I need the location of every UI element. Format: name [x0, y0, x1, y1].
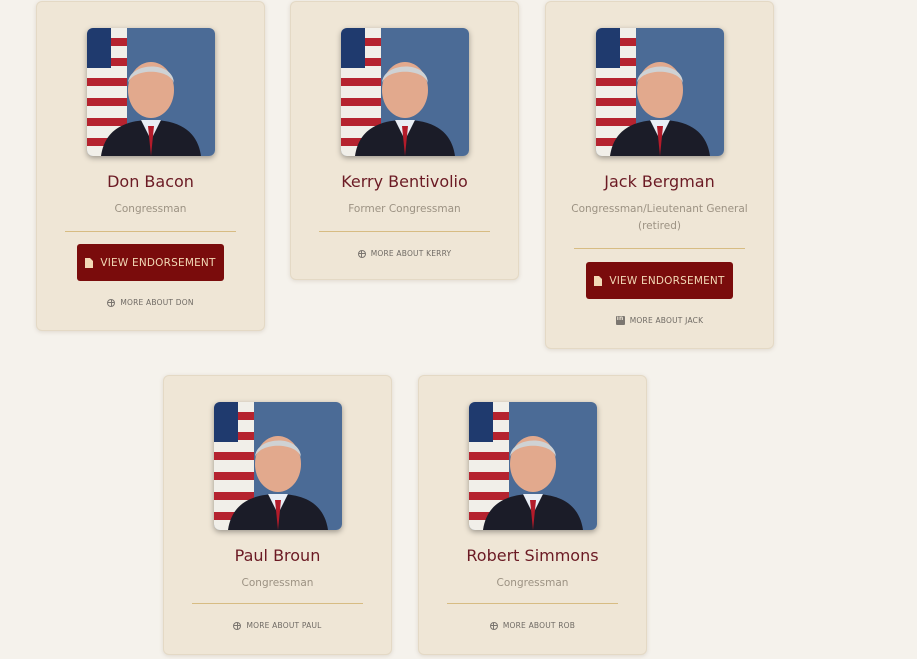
- view-endorsement-button[interactable]: VIEW ENDORSEMENT: [586, 262, 733, 299]
- portrait-photo: [86, 28, 215, 156]
- document-icon: [594, 275, 603, 286]
- portrait-photo: [213, 402, 342, 530]
- divider: [65, 231, 236, 232]
- portrait-photo: [468, 402, 597, 530]
- endorser-title: Congressman/Lieutenant General (retired): [571, 203, 748, 232]
- endorser-name: Don Bacon: [107, 172, 194, 191]
- more-about-link[interactable]: MORE ABOUT PAUL: [164, 621, 391, 630]
- endorser-name: Robert Simmons: [466, 546, 599, 565]
- linkedin-icon: [615, 315, 625, 325]
- divider: [447, 603, 618, 604]
- globe-icon: [489, 621, 498, 630]
- view-endorsement-button[interactable]: VIEW ENDORSEMENT: [77, 244, 224, 281]
- button-label: VIEW ENDORSEMENT: [609, 274, 725, 287]
- endorser-name: Jack Bergman: [604, 172, 715, 191]
- more-about-label: MORE ABOUT DON: [120, 298, 194, 307]
- more-about-label: MORE ABOUT JACK: [629, 316, 704, 325]
- button-label: VIEW ENDORSEMENT: [100, 256, 216, 269]
- endorser-name: Kerry Bentivolio: [341, 172, 468, 191]
- endorser-title: Congressman: [241, 577, 314, 589]
- more-about-link[interactable]: MORE ABOUT KERRY: [291, 249, 518, 258]
- endorser-title: Congressman: [114, 203, 187, 215]
- endorser-card-kerry-bentivolio: Kerry Bentivolio Former Congressman MORE…: [290, 1, 519, 280]
- endorser-card-don-bacon: Don Bacon Congressman VIEW ENDORSEMENT M…: [36, 1, 265, 331]
- more-about-link[interactable]: MORE ABOUT JACK: [546, 315, 773, 325]
- more-about-label: MORE ABOUT ROB: [502, 621, 576, 630]
- divider: [574, 248, 745, 249]
- endorser-card-robert-simmons: Robert Simmons Congressman MORE ABOUT RO…: [418, 375, 647, 655]
- endorser-title: Congressman: [496, 577, 569, 589]
- endorser-card-paul-broun: Paul Broun Congressman MORE ABOUT PAUL: [163, 375, 392, 655]
- portrait-photo: [340, 28, 469, 156]
- globe-icon: [357, 249, 366, 258]
- more-about-label: MORE ABOUT KERRY: [370, 249, 452, 258]
- endorser-name: Paul Broun: [234, 546, 321, 565]
- divider: [192, 603, 363, 604]
- portrait-photo: [595, 28, 724, 156]
- globe-icon: [107, 298, 116, 307]
- globe-icon: [233, 621, 242, 630]
- more-about-link[interactable]: MORE ABOUT DON: [37, 298, 264, 307]
- document-icon: [85, 257, 94, 268]
- endorser-card-jack-bergman: Jack Bergman Congressman/Lieutenant Gene…: [545, 1, 774, 349]
- more-about-label: MORE ABOUT PAUL: [246, 621, 322, 630]
- divider: [319, 231, 490, 232]
- more-about-link[interactable]: MORE ABOUT ROB: [419, 621, 646, 630]
- endorser-title: Former Congressman: [348, 203, 461, 215]
